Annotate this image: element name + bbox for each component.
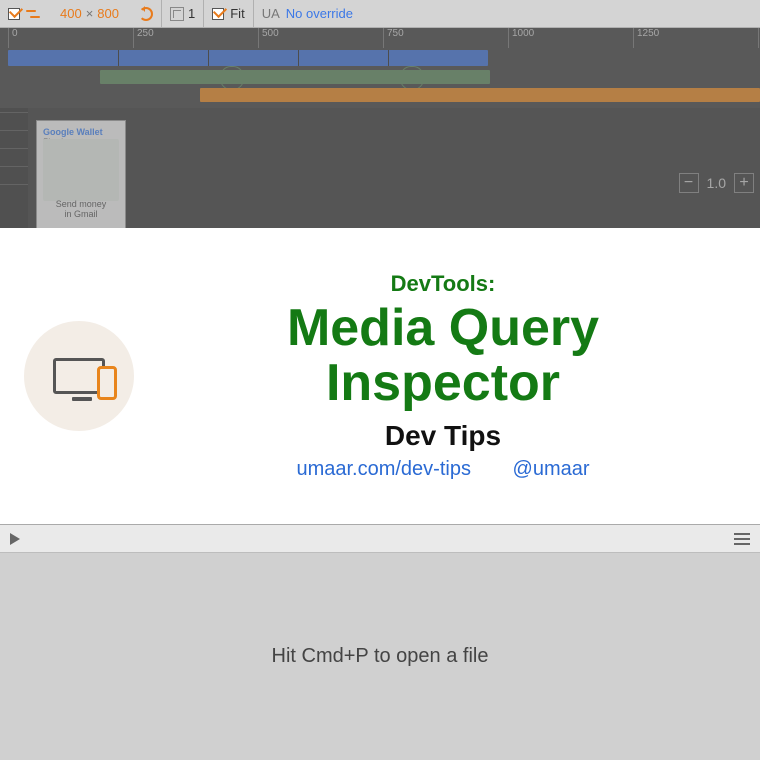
devices-icon <box>24 321 134 431</box>
banner-link-handle[interactable]: @umaar <box>513 458 590 480</box>
width-ruler[interactable]: 0 250 500 750 1000 1250 1500 <box>0 28 760 48</box>
panel-menu-icon[interactable] <box>734 533 750 545</box>
ruler-tick: 1000 <box>508 28 534 48</box>
dpr-icon <box>170 7 184 21</box>
preview-brand: Google Wallet <box>43 127 119 137</box>
sources-toolbar <box>0 525 760 553</box>
dpr-control[interactable]: 1 <box>162 0 203 27</box>
dimension-separator: × <box>86 6 94 21</box>
zoom-control: − 1.0 + <box>679 173 754 193</box>
device-toggle[interactable] <box>0 0 48 27</box>
zoom-in-button[interactable]: + <box>734 173 754 193</box>
sources-panel: Hit Cmd+P to open a file <box>0 524 760 760</box>
ruler-tick: 750 <box>383 28 404 48</box>
banner-title-line2: Inspector <box>150 356 736 411</box>
device-mode-checkbox[interactable] <box>8 8 20 20</box>
zoom-value: 1.0 <box>707 175 726 191</box>
swap-dimensions-icon[interactable] <box>26 7 40 21</box>
ruler-tick: 0 <box>8 28 18 48</box>
dpr-value[interactable]: 1 <box>188 6 195 21</box>
phone-icon <box>97 366 117 400</box>
ua-label: UA <box>262 6 286 21</box>
ua-value[interactable]: No override <box>286 6 353 21</box>
mq-bar-range[interactable] <box>100 70 490 84</box>
fit-control[interactable]: Fit <box>204 0 252 27</box>
refresh-button[interactable] <box>131 0 161 27</box>
device-toolbar: 400 × 800 1 Fit UA No override <box>0 0 760 28</box>
ua-override[interactable]: UA No override <box>254 0 361 27</box>
zoom-out-button[interactable]: − <box>679 173 699 193</box>
banner-link-site[interactable]: umaar.com/dev-tips <box>296 458 471 480</box>
banner-kicker: DevTools: <box>150 271 736 297</box>
ruler-tick: 250 <box>133 28 154 48</box>
banner-subtitle: Dev Tips <box>150 420 736 452</box>
mq-bar-max-width[interactable] <box>8 50 488 66</box>
fit-label: Fit <box>230 6 244 21</box>
viewport-height[interactable]: 800 <box>93 6 123 21</box>
refresh-icon <box>139 7 153 21</box>
preview-caption: Send money <box>37 199 125 209</box>
media-query-bars[interactable] <box>0 48 760 108</box>
mq-bar-min-width[interactable] <box>200 88 760 102</box>
banner-title-line1: Media Query <box>150 301 736 356</box>
preview-hero-image <box>43 139 119 201</box>
title-banner: DevTools: Media Query Inspector Dev Tips… <box>0 228 760 524</box>
ruler-tick: 1250 <box>633 28 659 48</box>
resume-icon[interactable] <box>10 533 20 545</box>
page-preview-thumbnail[interactable]: Google Wallet Sign in Send money in Gmai… <box>36 120 126 230</box>
fit-checkbox[interactable] <box>212 8 224 20</box>
viewport-dimensions[interactable]: 400 × 800 <box>48 0 131 27</box>
viewport-width[interactable]: 400 <box>56 6 86 21</box>
media-query-panel: 0 250 500 750 1000 1250 1500 <box>0 28 760 108</box>
preview-caption: in Gmail <box>37 209 125 219</box>
ruler-tick: 500 <box>258 28 279 48</box>
open-file-hint: Hit Cmd+P to open a file <box>272 645 489 668</box>
